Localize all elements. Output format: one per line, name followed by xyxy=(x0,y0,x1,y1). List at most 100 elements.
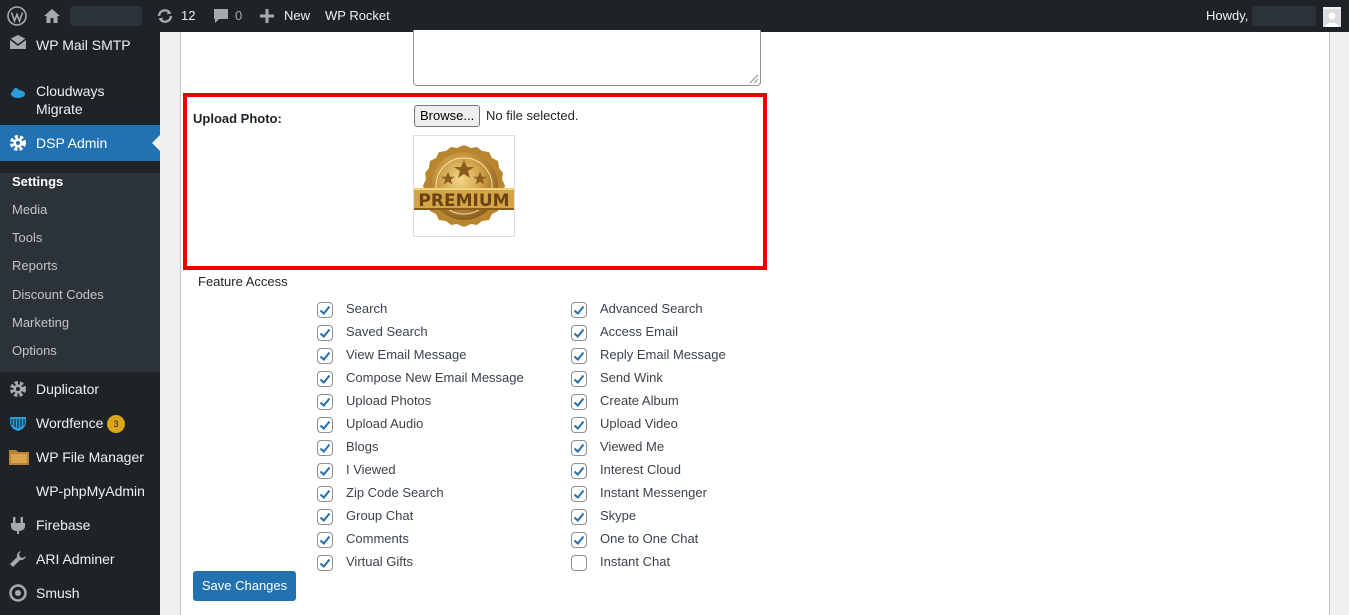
feature-checkbox[interactable] xyxy=(571,440,587,456)
submenu-item-discount-codes[interactable]: Discount Codes xyxy=(12,287,104,302)
premium-badge-image: PREMIUM xyxy=(414,145,514,227)
feature-checkbox[interactable] xyxy=(571,302,587,318)
sidebar-item-cloudways-migrate[interactable]: Cloudways Migrate xyxy=(0,80,160,122)
feature-checkbox[interactable] xyxy=(317,532,333,548)
feature-checkbox-label: Saved Search xyxy=(346,324,428,339)
feature-checkbox[interactable] xyxy=(571,371,587,387)
sidebar-item-firebase[interactable]: Firebase xyxy=(0,508,160,542)
plus-icon[interactable] xyxy=(260,9,274,23)
wp-rocket-link[interactable]: WP Rocket xyxy=(325,0,390,32)
smush-icon xyxy=(8,583,28,603)
sidebar-item-label: ARI Adminer xyxy=(36,551,115,567)
updates-icon[interactable] xyxy=(156,7,174,25)
sidebar-item-label: Firebase xyxy=(36,517,91,533)
feature-checkbox[interactable] xyxy=(317,555,333,571)
home-icon[interactable] xyxy=(43,7,61,25)
sidebar-item-smush[interactable]: Smush xyxy=(0,576,160,610)
wrench-icon xyxy=(8,549,28,569)
feature-checkbox-label: Send Wink xyxy=(600,370,663,385)
feature-checkbox-label: Search xyxy=(346,301,388,316)
photo-preview: PREMIUM xyxy=(413,135,515,237)
updates-count[interactable]: 12 xyxy=(181,0,195,32)
feature-checkbox[interactable] xyxy=(317,440,333,456)
active-menu-arrow xyxy=(152,135,160,151)
save-changes-button[interactable]: Save Changes xyxy=(193,571,296,601)
feature-checkbox[interactable] xyxy=(317,325,333,341)
feature-checkbox[interactable] xyxy=(317,394,333,410)
feature-checkbox[interactable] xyxy=(571,532,587,548)
folder-icon xyxy=(8,447,29,467)
submenu-item-tools[interactable]: Tools xyxy=(12,230,42,245)
wordpress-logo-icon[interactable] xyxy=(7,6,27,26)
feature-checkbox[interactable] xyxy=(317,348,333,364)
feature-checkbox-label: Upload Video xyxy=(600,416,678,431)
sidebar-item-wp-phpmyadmin[interactable]: WP-phpMyAdmin xyxy=(0,474,160,508)
submenu-item-settings[interactable]: Settings xyxy=(12,174,63,189)
feature-checkbox[interactable] xyxy=(317,509,333,525)
submenu-item-reports[interactable]: Reports xyxy=(12,258,58,273)
sidebar-item-wp-file-manager[interactable]: WP File Manager xyxy=(0,440,160,474)
feature-checkbox[interactable] xyxy=(317,463,333,479)
comments-icon[interactable] xyxy=(213,8,229,26)
cloud-icon xyxy=(8,82,28,102)
feature-checkbox-label: Upload Audio xyxy=(346,416,424,431)
sidebar-item-label: DSP Admin xyxy=(36,135,108,151)
user-name[interactable] xyxy=(1252,6,1316,26)
shield-icon xyxy=(8,413,28,433)
feature-checkbox-label: View Email Message xyxy=(346,347,467,362)
feature-access-heading: Feature Access xyxy=(198,274,288,289)
feature-checkbox-label: Zip Code Search xyxy=(346,485,444,500)
new-content-link[interactable]: New xyxy=(284,0,310,32)
feature-checkbox-label: Comments xyxy=(346,531,409,546)
feature-checkbox-label: One to One Chat xyxy=(600,531,699,546)
file-status-text: No file selected. xyxy=(486,108,579,123)
feature-checkbox[interactable] xyxy=(571,463,587,479)
submenu-item-marketing[interactable]: Marketing xyxy=(12,315,69,330)
submenu-item-media[interactable]: Media xyxy=(12,202,47,217)
mail-icon xyxy=(8,34,28,54)
feature-checkbox-label: Access Email xyxy=(600,324,679,339)
sidebar-item-dsp-admin[interactable]: DSP Admin xyxy=(0,125,160,161)
feature-checkbox-label: Viewed Me xyxy=(600,439,665,454)
feature-checkbox-label: Blogs xyxy=(346,439,379,454)
sidebar-item-label: WP-phpMyAdmin xyxy=(36,483,145,499)
upload-photo-label: Upload Photo: xyxy=(193,111,282,126)
submenu-item-options[interactable]: Options xyxy=(12,343,57,358)
comments-count[interactable]: 0 xyxy=(235,0,242,32)
resize-grip-icon[interactable] xyxy=(747,72,759,84)
howdy-label[interactable]: Howdy, xyxy=(1206,0,1248,32)
feature-checkbox[interactable] xyxy=(571,486,587,502)
feature-checkbox[interactable] xyxy=(317,302,333,318)
description-textarea[interactable] xyxy=(413,30,761,86)
feature-checkbox-label: Reply Email Message xyxy=(600,347,726,362)
feature-checkbox[interactable] xyxy=(571,325,587,341)
sidebar-item-wordfence[interactable]: Wordfence 3 xyxy=(0,406,160,440)
admin-sidebar: WP Mail SMTP Cloudways Migrate DSP Admin… xyxy=(0,32,160,615)
feature-checkbox-label: Create Album xyxy=(600,393,679,408)
sidebar-item-wp-mail-smtp[interactable]: WP Mail SMTP xyxy=(0,32,160,72)
feature-checkbox[interactable] xyxy=(317,417,333,433)
feature-checkbox[interactable] xyxy=(571,509,587,525)
sidebar-item-ari-adminer[interactable]: ARI Adminer xyxy=(0,542,160,576)
feature-checkbox[interactable] xyxy=(571,417,587,433)
feature-checkbox[interactable] xyxy=(571,394,587,410)
feature-checkbox[interactable] xyxy=(317,371,333,387)
browse-button[interactable]: Browse... xyxy=(414,105,481,127)
sidebar-item-label: Wordfence xyxy=(36,415,104,431)
dsp-admin-submenu: Settings Media Tools Reports Discount Co… xyxy=(0,173,160,372)
sidebar-item-label: Duplicator xyxy=(36,381,100,397)
premium-badge-text: PREMIUM xyxy=(418,191,509,211)
feature-checkbox-label: Group Chat xyxy=(346,508,414,523)
sidebar-item-label: WP Mail SMTP xyxy=(36,37,131,53)
admin-bar: 12 0 New WP Rocket Howdy, xyxy=(0,0,1349,32)
feature-checkbox-label: Skype xyxy=(600,508,637,523)
feature-checkbox[interactable] xyxy=(571,348,587,364)
avatar[interactable] xyxy=(1323,7,1341,27)
feature-checkbox[interactable] xyxy=(571,555,587,571)
wordfence-count-badge: 3 xyxy=(107,415,125,433)
feature-checkbox[interactable] xyxy=(317,486,333,502)
gear-icon xyxy=(8,133,28,153)
site-name[interactable] xyxy=(70,6,142,26)
feature-checkbox-label: Virtual Gifts xyxy=(346,554,413,569)
sidebar-item-duplicator[interactable]: Duplicator xyxy=(0,372,160,406)
